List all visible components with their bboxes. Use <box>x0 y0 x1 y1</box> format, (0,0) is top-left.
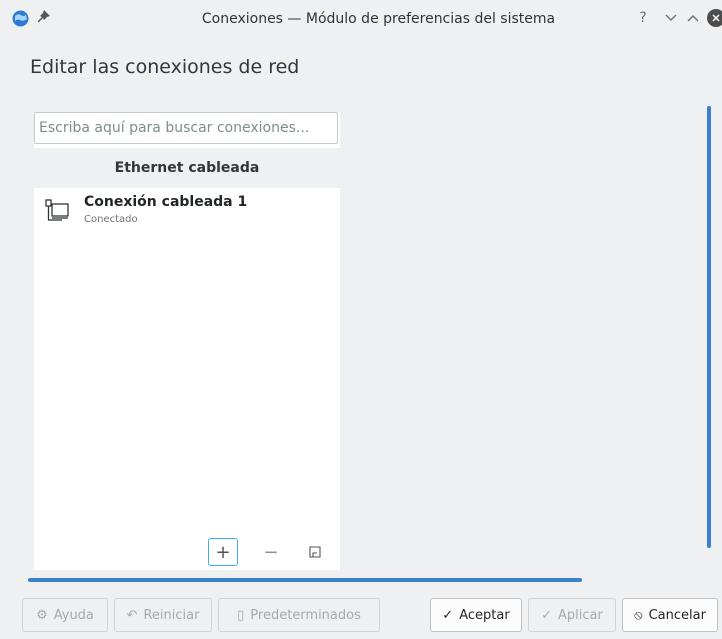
apply-check-icon: ✓ <box>541 607 553 623</box>
help-icon[interactable]: ? <box>634 9 652 27</box>
maximize-icon[interactable] <box>684 9 702 27</box>
help-button-label: Ayuda <box>53 607 94 623</box>
system-settings-window: Conexiones — Módulo de preferencias del … <box>0 0 722 639</box>
list-item[interactable]: Conexión cableada 1 Conectado <box>34 188 340 238</box>
title-bar[interactable]: Conexiones — Módulo de preferencias del … <box>0 0 722 38</box>
apply-button-label: Aplicar <box>558 607 603 623</box>
help-button-icon: ⚙ <box>36 607 48 623</box>
defaults-button-label: Predeterminados <box>250 607 361 623</box>
window-title: Conexiones — Módulo de preferencias del … <box>201 11 556 27</box>
close-icon[interactable] <box>707 9 722 27</box>
horizontal-scrollbar[interactable] <box>28 578 582 582</box>
remove-connection-button[interactable]: − <box>256 538 286 566</box>
vertical-scrollbar[interactable] <box>707 106 711 548</box>
wired-network-icon <box>45 199 69 221</box>
connection-status: Conectado <box>84 214 138 225</box>
add-connection-button[interactable]: + <box>208 538 238 566</box>
help-button[interactable]: ⚙ Ayuda <box>22 598 108 632</box>
cancel-button[interactable]: ⦸ Cancelar <box>622 598 718 632</box>
cancel-icon: ⦸ <box>634 607 643 623</box>
group-header: Ethernet cableada <box>34 148 340 188</box>
reset-button[interactable]: ↶ Reiniciar <box>114 598 212 632</box>
apply-button[interactable]: ✓ Aplicar <box>528 598 616 632</box>
reset-button-label: Reiniciar <box>143 607 200 623</box>
list-toolbar: + − <box>34 536 340 570</box>
search-input[interactable] <box>34 112 338 144</box>
reset-icon: ↶ <box>126 607 138 623</box>
check-icon: ✓ <box>442 607 454 623</box>
ok-button-label: Aceptar <box>459 607 510 623</box>
export-icon[interactable] <box>300 538 330 566</box>
defaults-button[interactable]: ▯ Predeterminados <box>218 598 380 632</box>
connections-panel: Ethernet cableada Conexión cableada 1 Co… <box>34 112 340 570</box>
ok-button[interactable]: ✓ Aceptar <box>430 598 522 632</box>
cancel-button-label: Cancelar <box>648 607 706 623</box>
page-title: Editar las conexiones de red <box>30 56 300 78</box>
connection-name: Conexión cableada 1 <box>84 194 248 210</box>
defaults-icon: ▯ <box>237 607 245 623</box>
minimize-icon[interactable] <box>662 9 680 27</box>
